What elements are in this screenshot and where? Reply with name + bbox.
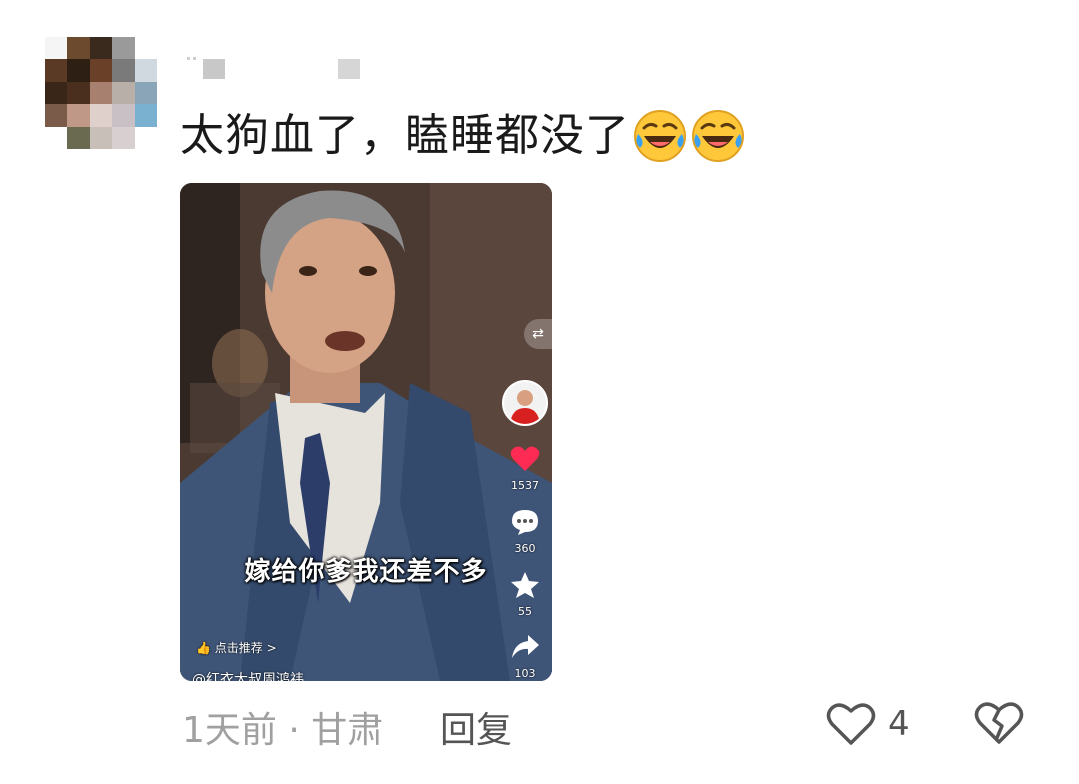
comment-text: 太狗血了，瞌睡都没了 [180,108,746,164]
share-arrow-icon [512,635,539,658]
username-blur-block [338,59,360,79]
heart-icon [510,446,540,471]
username-obscured[interactable] [185,45,365,81]
recommend-button[interactable]: 👍 点击推荐 > [196,639,277,656]
share-count-video: 103 [514,667,536,680]
creator-handle[interactable]: @红衣大叔周鸿祎 [192,669,304,681]
comment-action[interactable]: 360 [506,508,544,555]
laugh-cry-emoji-icon [692,110,744,162]
comment-meta: 1天前 · 甘肃 [182,710,384,751]
like-count-video: 1537 [511,479,539,492]
username-blur-block [203,59,225,79]
switch-icon[interactable]: ⇄ [524,319,552,349]
video-subtitle: 嫁给你爹我还差不多 [244,557,488,587]
creator-avatar[interactable] [502,380,548,426]
broken-heart-icon [974,702,1024,744]
video-thumbnail[interactable]: ⇄ 1537 360 55 103 嫁给你爹我还差不多 👍 点击推荐 > @红衣… [180,183,552,681]
user-avatar[interactable] [45,37,157,149]
heart-outline-icon [826,703,876,745]
like-count: 4 [888,704,910,744]
creator-avatar-image [504,382,546,424]
reply-button[interactable]: 回复 [440,701,512,753]
share-action[interactable]: 103 [506,633,544,680]
favorite-count-video: 55 [518,605,532,618]
like-button[interactable]: 4 [826,700,910,748]
like-action[interactable]: 1537 [506,445,544,492]
video-frame-image [180,183,552,681]
comment-bubble-icon [512,510,538,535]
laugh-cry-emoji-icon [634,110,686,162]
thumbs-up-icon: 👍 [196,641,211,655]
dislike-button[interactable] [974,700,1024,748]
comment-body: 太狗血了，瞌睡都没了 [180,110,630,161]
recommend-label: 点击推荐 > [214,641,277,655]
username-mark [187,45,207,60]
